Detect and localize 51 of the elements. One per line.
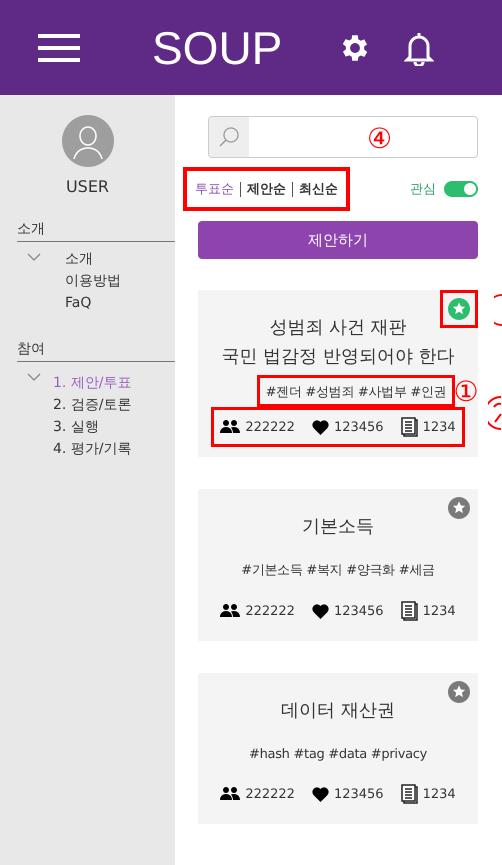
heart-icon	[312, 420, 329, 434]
like-count: 123456	[334, 604, 384, 618]
heart-icon	[312, 786, 329, 802]
card-title: 성범죄 사건 재판 국민 법감정 반영되어야 한다	[221, 316, 455, 369]
section-title: 소개	[17, 220, 175, 242]
chevron-icon[interactable]	[27, 253, 41, 261]
annotation-number: ④	[367, 125, 392, 153]
proposal-card[interactable]: 데이터 재산권 #hash #tag #data #privacy 222222 123456 1234	[198, 673, 478, 824]
sidebar-link[interactable]: 2. 검증/토론	[53, 394, 132, 416]
search-icon[interactable]	[209, 117, 249, 157]
sidebar-link[interactable]: 이용방법	[65, 270, 121, 292]
document-icon	[400, 784, 418, 804]
participant-count: 222222	[245, 420, 295, 434]
people-icon	[220, 604, 240, 618]
sidebar-link[interactable]: 소개	[65, 248, 121, 270]
sidebar-link[interactable]: 4. 평가/기록	[53, 438, 132, 460]
heart-icon	[312, 604, 329, 618]
hashtags: #젠더 #성범죄 #사법부 #인권	[266, 385, 446, 400]
annotation-circle-icon	[488, 396, 502, 430]
people-icon	[220, 420, 240, 434]
chevron-icon[interactable]	[27, 373, 41, 381]
sidebar-link[interactable]: FaQ	[65, 292, 121, 314]
menu-icon[interactable]	[38, 32, 80, 62]
sidebar-link[interactable]: 3. 실행	[53, 416, 132, 438]
document-icon	[400, 601, 418, 621]
sort-tab[interactable]: 투표순	[195, 180, 234, 198]
document-icon	[400, 417, 418, 437]
toggle-label: 관심	[410, 181, 436, 198]
like-count: 123456	[334, 786, 384, 802]
sort-tab[interactable]: 최신순	[299, 180, 338, 198]
interest-toggle[interactable]	[444, 181, 478, 197]
participant-count: 222222	[245, 604, 295, 618]
people-icon	[220, 787, 240, 801]
participant-count: 222222	[245, 786, 295, 802]
propose-button[interactable]: 제안하기	[198, 221, 478, 259]
hashtags: #기본소득 #복지 #양극화 #세금	[241, 563, 435, 578]
user-name: USER	[66, 177, 110, 196]
app-logo: SOUP	[152, 20, 282, 74]
sort-tab[interactable]: 제안순	[247, 180, 286, 198]
user-avatar-icon	[62, 115, 114, 167]
comment-count: 1234	[422, 786, 456, 802]
proposal-card[interactable]: 기본소득 #기본소득 #복지 #양극화 #세금 222222 123456 1234	[198, 489, 478, 641]
hashtags: #hash #tag #data #privacy	[249, 747, 427, 762]
sidebar-link[interactable]: 1. 제안/투표	[53, 372, 132, 394]
card-title: 기본소득	[302, 515, 374, 539]
annotation-number: ①	[453, 378, 478, 406]
comment-count: 1234	[422, 420, 456, 434]
section-title: 참여	[17, 340, 175, 362]
comment-count: 1234	[422, 604, 456, 618]
like-count: 123456	[334, 420, 384, 434]
card-title: 데이터 재산권	[281, 699, 395, 723]
